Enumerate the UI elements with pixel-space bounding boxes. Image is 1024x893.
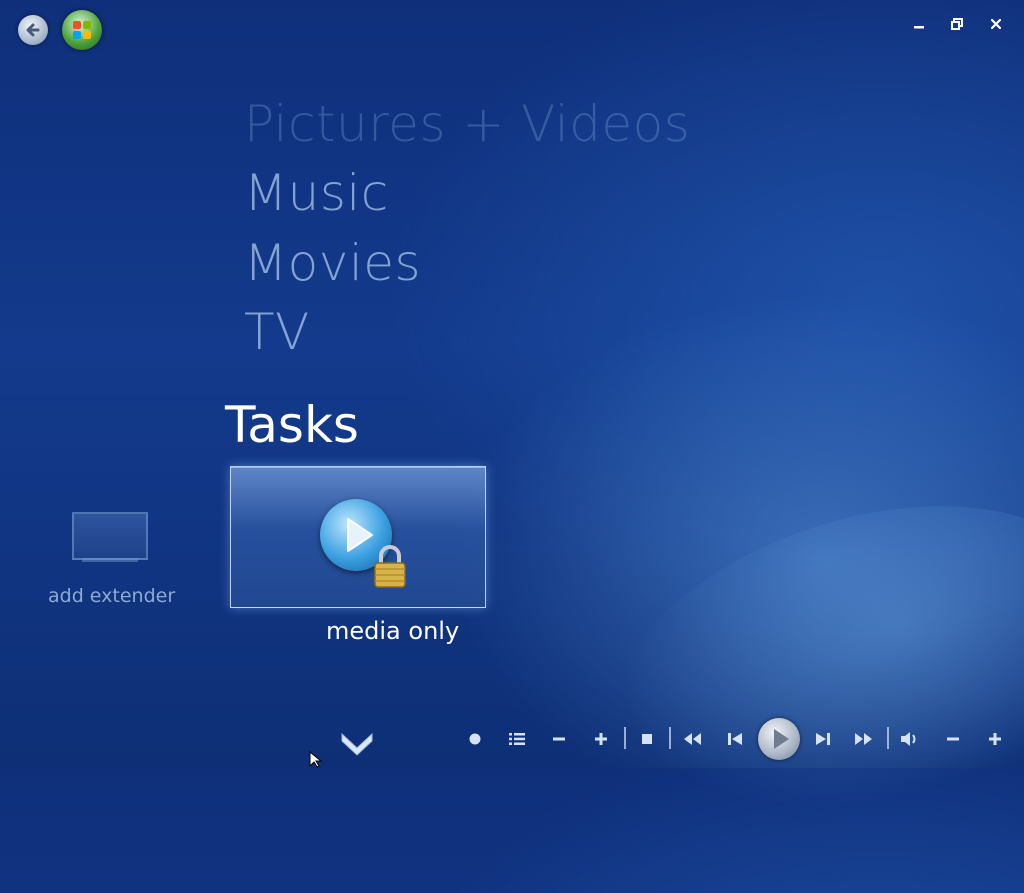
- menu-item-pictures-videos[interactable]: Pictures + Videos: [244, 99, 690, 149]
- lock-icon: [374, 545, 406, 588]
- restore-button[interactable]: [946, 14, 968, 34]
- section-title-tasks[interactable]: Tasks: [225, 400, 359, 450]
- stop-button[interactable]: [634, 726, 660, 752]
- play-icon: [774, 729, 789, 749]
- volume-up-button[interactable]: [982, 726, 1008, 752]
- menu-item-movies[interactable]: Movies: [244, 238, 421, 288]
- background-glow: [566, 446, 1024, 893]
- stop-icon: [642, 734, 652, 744]
- skip-next-icon: [816, 733, 830, 745]
- guide-button[interactable]: [504, 726, 530, 752]
- tile-media-only[interactable]: [230, 466, 486, 608]
- fast-forward-button[interactable]: [851, 726, 877, 752]
- minus-icon: [947, 737, 959, 741]
- chevron-down-icon: [341, 732, 373, 756]
- skip-previous-icon: [728, 733, 742, 745]
- monitor-stand: [82, 558, 138, 562]
- plus-icon: [989, 733, 1001, 745]
- minimize-button[interactable]: [908, 14, 930, 34]
- close-button[interactable]: [985, 14, 1007, 34]
- fast-forward-icon: [855, 733, 872, 745]
- minimize-icon: [914, 26, 924, 29]
- channel-down-button[interactable]: [546, 726, 572, 752]
- speaker-icon: [901, 732, 916, 746]
- record-button[interactable]: [462, 726, 488, 752]
- back-button[interactable]: [18, 15, 48, 45]
- restore-icon: [951, 18, 963, 30]
- mouse-cursor-icon: [309, 751, 323, 768]
- plus-icon: [595, 733, 607, 745]
- close-icon: [990, 18, 1002, 30]
- rewind-button[interactable]: [679, 726, 705, 752]
- guide-list-icon: [509, 733, 525, 745]
- mute-button[interactable]: [897, 726, 923, 752]
- divider: [887, 727, 889, 749]
- rewind-icon: [684, 733, 701, 745]
- windows-flag-icon: [73, 21, 91, 39]
- tile-label-media-only: media only: [326, 617, 460, 645]
- divider: [624, 727, 626, 749]
- next-button[interactable]: [810, 726, 836, 752]
- tile-label-add-extender[interactable]: add extender: [48, 585, 175, 607]
- more-options-button[interactable]: [338, 728, 376, 758]
- minus-icon: [553, 737, 565, 741]
- windows-start-orb-icon[interactable]: [62, 10, 102, 50]
- previous-button[interactable]: [722, 726, 748, 752]
- menu-item-tv[interactable]: TV: [244, 307, 310, 357]
- back-arrow-icon: [26, 23, 40, 37]
- channel-up-button[interactable]: [588, 726, 614, 752]
- play-button[interactable]: [758, 718, 800, 760]
- record-icon: [469, 733, 481, 745]
- volume-down-button[interactable]: [940, 726, 966, 752]
- menu-item-music[interactable]: Music: [244, 168, 389, 218]
- monitor-icon[interactable]: [72, 512, 148, 560]
- divider: [669, 727, 671, 749]
